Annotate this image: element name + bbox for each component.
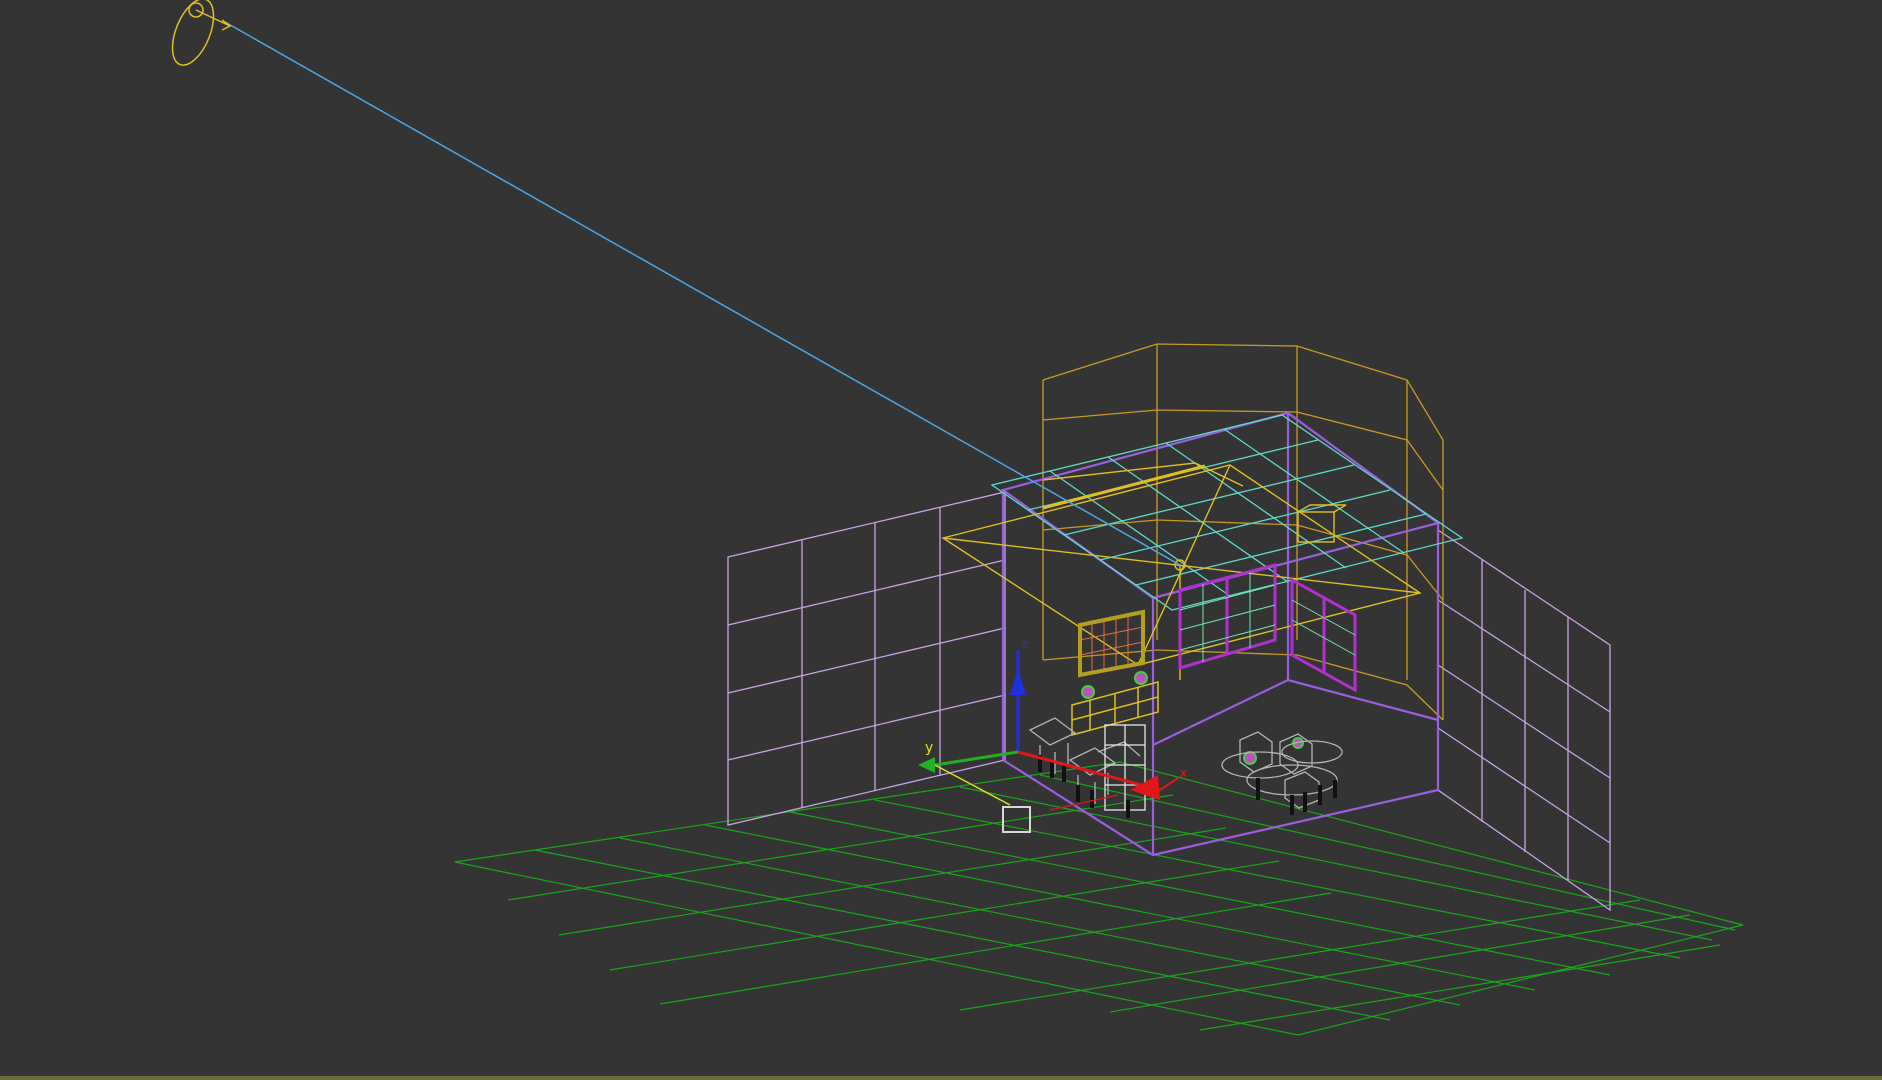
gizmo-y-label: y — [925, 740, 933, 756]
light-target-line — [224, 21, 1181, 566]
right-wall-grid — [1437, 528, 1611, 912]
spot-light-icon[interactable] — [164, 0, 232, 71]
scene-canvas[interactable]: y x z — [0, 0, 1882, 1076]
gizmo-z-label: z — [1022, 637, 1028, 651]
picture-frame — [1078, 609, 1145, 678]
chair-legs-right — [1256, 778, 1337, 815]
round-table-set — [1221, 731, 1343, 809]
perspective-viewport[interactable]: y x z — [0, 0, 1882, 1076]
gizmo-x-label: x — [1180, 766, 1187, 780]
window-panels — [1178, 563, 1357, 693]
left-wall-grid — [727, 491, 1006, 826]
viewport-active-border — [0, 1076, 1882, 1080]
bay-window-frame — [1042, 343, 1444, 721]
